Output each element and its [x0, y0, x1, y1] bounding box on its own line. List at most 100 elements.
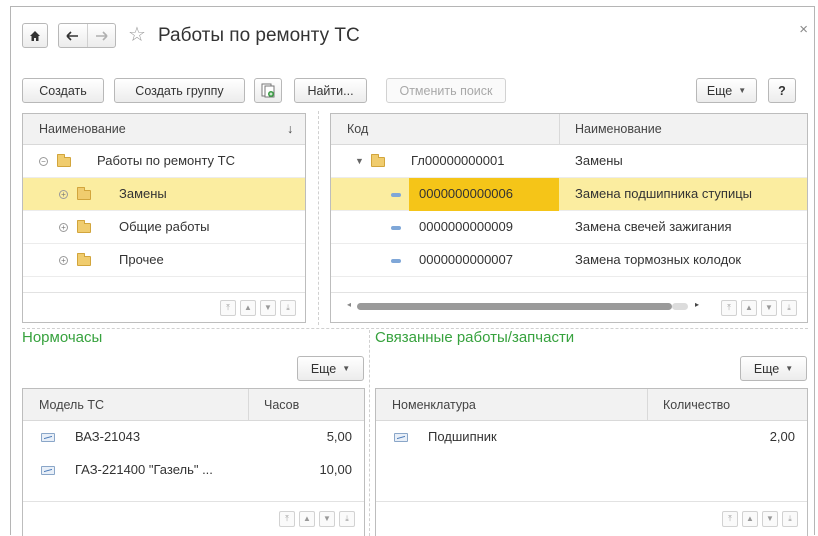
tree-row[interactable]: − Работы по ремонту ТС: [23, 145, 305, 178]
folder-icon: [77, 253, 91, 266]
title-bar: ☆ Работы по ремонту ТС ×: [11, 7, 814, 63]
collapse-triangle-icon[interactable]: ▼: [355, 145, 364, 178]
scroll-down-icon[interactable]: ▼: [762, 511, 778, 527]
more-label: Еще: [310, 361, 337, 376]
related-scroll-nav: ⤒ ▲ ▼ ⤓: [722, 511, 798, 527]
list-row[interactable]: 0000000000007 Замена тормозных колодок: [331, 244, 807, 277]
chevron-down-icon: ▼: [342, 364, 351, 373]
list-code: 0000000000007: [419, 252, 513, 267]
home-button[interactable]: [22, 23, 48, 48]
splitter-vertical-bottom[interactable]: [369, 330, 370, 536]
splitter-vertical[interactable]: [318, 111, 319, 325]
tree-header: Наименование ↓: [23, 114, 305, 145]
col-item[interactable]: Номенклатура: [392, 389, 476, 421]
list-name: Замены: [575, 153, 623, 168]
back-button[interactable]: [59, 24, 87, 47]
tree-col-name[interactable]: Наименование: [39, 114, 126, 145]
column-divider: [647, 389, 648, 421]
forward-button[interactable]: [86, 24, 115, 47]
tree-footer-divider: [23, 292, 305, 293]
folder-icon: [77, 187, 91, 200]
groups-tree[interactable]: Наименование ↓ − Работы по ремонту ТС + …: [22, 113, 306, 323]
list-footer-divider: [331, 292, 807, 293]
normohours-footer-divider: [23, 501, 364, 502]
scroll-down-icon[interactable]: ▼: [319, 511, 335, 527]
normohours-table[interactable]: Модель ТС Часов ВАЗ-21043 5,00 ГАЗ-22140…: [22, 388, 365, 536]
list-col-code[interactable]: Код: [347, 114, 368, 145]
arrow-left-icon: [66, 30, 79, 41]
tree-item-label: Общие работы: [119, 219, 210, 234]
element-icon: [41, 466, 55, 475]
collapse-icon[interactable]: −: [39, 157, 48, 166]
model-cell: ГАЗ-221400 "Газель" ...: [75, 462, 213, 477]
help-button[interactable]: ?: [768, 78, 796, 103]
list-row[interactable]: ▼ Гл00000000001 Замены: [331, 145, 807, 178]
list-scroll-nav: ⤒ ▲ ▼ ⤓: [721, 300, 797, 316]
scroll-top-icon[interactable]: ⤒: [279, 511, 295, 527]
element-icon: [41, 433, 55, 442]
list-col-name[interactable]: Наименование: [575, 114, 662, 145]
horizontal-scrollbar[interactable]: [357, 303, 672, 310]
cancel-search-button[interactable]: Отменить поиск: [386, 78, 506, 103]
col-qty[interactable]: Количество: [663, 389, 730, 421]
scroll-left-icon[interactable]: ◂: [347, 300, 351, 309]
col-model[interactable]: Модель ТС: [39, 389, 104, 421]
create-group-button[interactable]: Создать группу: [114, 78, 245, 103]
list-code: 0000000000006: [409, 178, 559, 211]
table-row[interactable]: Подшипник 2,00: [376, 421, 807, 454]
tree-item-label: Прочее: [119, 252, 164, 267]
create-button[interactable]: Создать: [22, 78, 104, 103]
scroll-down-icon[interactable]: ▼: [260, 300, 276, 316]
scroll-top-icon[interactable]: ⤒: [721, 300, 737, 316]
scroll-bottom-icon[interactable]: ⤓: [781, 300, 797, 316]
expand-icon[interactable]: +: [59, 256, 68, 265]
scroll-top-icon[interactable]: ⤒: [722, 511, 738, 527]
list-code: Гл00000000001: [411, 153, 505, 168]
list-row[interactable]: 0000000000006 Замена подшипника ступицы: [331, 178, 807, 211]
normohours-more-button[interactable]: Еще ▼: [297, 356, 364, 381]
expand-icon[interactable]: +: [59, 190, 68, 199]
more-button[interactable]: Еще ▼: [696, 78, 757, 103]
tree-item-label: Замены: [119, 186, 167, 201]
scroll-top-icon[interactable]: ⤒: [220, 300, 236, 316]
related-table[interactable]: Номенклатура Количество Подшипник 2,00 ⤒…: [375, 388, 808, 536]
table-row[interactable]: ВАЗ-21043 5,00: [23, 421, 364, 454]
list-name: Замена свечей зажигания: [575, 219, 732, 234]
tree-row[interactable]: + Общие работы: [23, 211, 305, 244]
tree-row[interactable]: + Прочее: [23, 244, 305, 277]
scroll-bottom-icon[interactable]: ⤓: [782, 511, 798, 527]
qty-cell: 2,00: [769, 429, 795, 444]
scroll-up-icon[interactable]: ▲: [741, 300, 757, 316]
item-cell: Подшипник: [428, 429, 497, 444]
related-footer-divider: [376, 501, 807, 502]
scroll-right-icon[interactable]: ▸: [695, 300, 699, 309]
scroll-up-icon[interactable]: ▲: [742, 511, 758, 527]
hours-cell: 5,00: [326, 429, 352, 444]
items-list[interactable]: Код Наименование ▼ Гл00000000001 Замены …: [330, 113, 808, 323]
nav-buttons: [58, 23, 116, 48]
home-icon: [30, 30, 40, 41]
hours-cell: 10,00: [319, 462, 352, 477]
scroll-bottom-icon[interactable]: ⤓: [280, 300, 296, 316]
scroll-down-icon[interactable]: ▼: [761, 300, 777, 316]
more-label: Еще: [706, 83, 733, 98]
chevron-down-icon: ▼: [785, 364, 794, 373]
star-icon[interactable]: ☆: [128, 23, 146, 47]
col-hours[interactable]: Часов: [264, 389, 299, 421]
tree-scroll-nav: ⤒ ▲ ▼ ⤓: [220, 300, 296, 316]
list-row[interactable]: 0000000000009 Замена свечей зажигания: [331, 211, 807, 244]
expand-icon[interactable]: +: [59, 223, 68, 232]
copy-button[interactable]: [254, 78, 282, 103]
element-icon: [391, 226, 401, 230]
scroll-up-icon[interactable]: ▲: [299, 511, 315, 527]
find-button[interactable]: Найти...: [294, 78, 367, 103]
scroll-bottom-icon[interactable]: ⤓: [339, 511, 355, 527]
scroll-up-icon[interactable]: ▲: [240, 300, 256, 316]
arrow-right-icon: [95, 30, 108, 41]
list-header: Код Наименование: [331, 114, 807, 145]
tree-row[interactable]: + Замены: [23, 178, 305, 211]
related-more-button[interactable]: Еще ▼: [740, 356, 807, 381]
sort-arrow-icon: ↓: [287, 122, 294, 136]
close-icon[interactable]: ×: [799, 21, 808, 38]
table-row[interactable]: ГАЗ-221400 "Газель" ... 10,00: [23, 454, 364, 487]
